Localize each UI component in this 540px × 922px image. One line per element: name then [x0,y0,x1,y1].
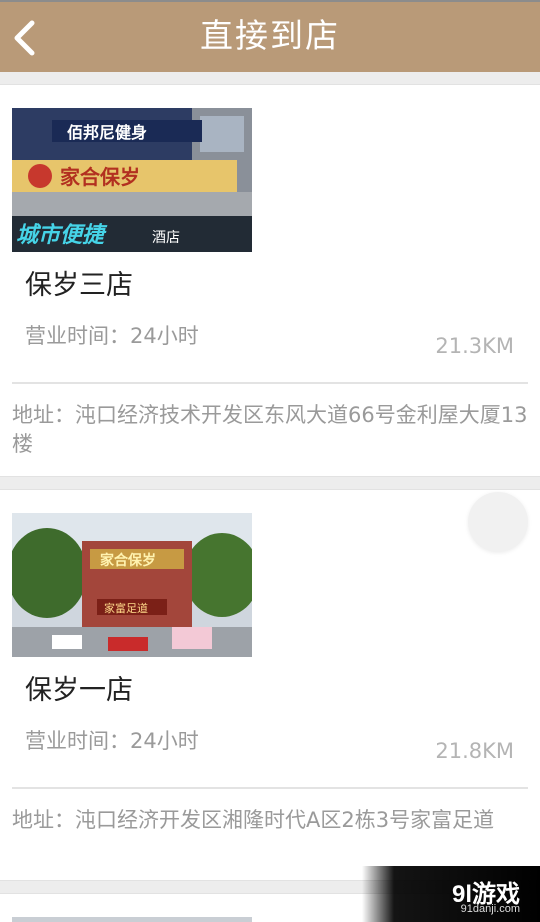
store-photo: 家合保岁 家富足道 [12,513,252,657]
floating-action-button[interactable] [468,492,528,552]
store-name: 保岁一店 [25,675,133,706]
watermark: 9l游戏 91danji.com [362,866,540,922]
store-address: 地址：沌口经济开发区湘隆时代A区2栋3号家富足道 [12,808,495,832]
photo-sign-mid: 家合保岁 [60,165,140,189]
store-hours: 营业时间：24小时 [25,729,199,753]
photo-sign-bottom: 城市便捷 [16,222,108,248]
divider [12,382,528,384]
store-card[interactable]: 佰邦尼健身 家合保岁 城市便捷 酒店 保岁三店 营业时间：24小时 21.3KM… [0,84,540,477]
photo-sign-top: 家合保岁 [100,552,156,569]
photo-sign-top: 佰邦尼健身 [67,123,147,142]
store-distance: 21.8KM [435,739,514,763]
store-card[interactable]: 家合保岁 家富足道 保岁一店 营业时间：24小时 21.8KM 地址：沌口经济开… [0,489,540,881]
photo-sign-mid: 家富足道 [104,601,148,615]
app-header: 直接到店 [0,0,540,72]
store-hours: 营业时间：24小时 [25,324,199,348]
store-address: 地址：沌口经济技术开发区东风大道66号金利屋大厦13楼 [12,403,528,456]
store-distance: 21.3KM [435,334,514,358]
divider [12,787,528,789]
photo-sign-bottom-small: 酒店 [152,230,180,246]
page-title: 直接到店 [200,16,340,55]
watermark-url: 91danji.com [460,903,520,915]
store-photo [12,917,252,922]
store-photo: 佰邦尼健身 家合保岁 城市便捷 酒店 [12,108,252,252]
store-name: 保岁三店 [25,270,133,301]
